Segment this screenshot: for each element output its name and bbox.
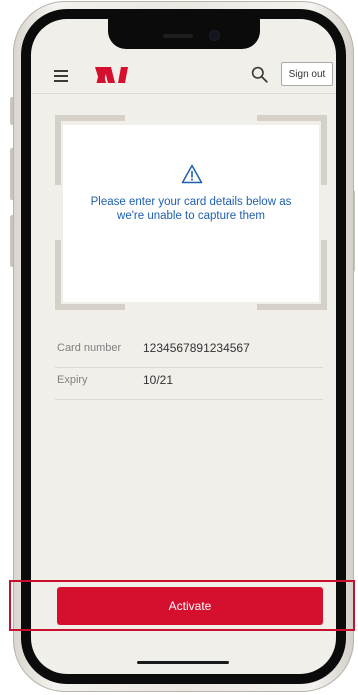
westpac-logo[interactable] xyxy=(95,67,131,83)
card-number-row[interactable]: Card number 1234567891234567 xyxy=(55,337,323,368)
warning-triangle-icon xyxy=(181,164,203,184)
expiry-row[interactable]: Expiry 10/21 xyxy=(55,369,323,400)
search-icon[interactable] xyxy=(251,66,268,83)
app-screen: Sign out Please enter your card details … xyxy=(31,19,336,674)
scan-message-panel: Please enter your card details below as … xyxy=(63,125,319,302)
header-divider xyxy=(31,93,336,94)
expiry-label: Expiry xyxy=(57,374,88,386)
front-camera xyxy=(210,31,219,40)
sign-out-button[interactable]: Sign out xyxy=(281,62,333,86)
hamburger-menu-icon[interactable] xyxy=(54,70,68,82)
device-mockup: Sign out Please enter your card details … xyxy=(0,0,358,695)
expiry-value[interactable]: 10/21 xyxy=(143,373,173,387)
app-header: Sign out xyxy=(31,57,336,93)
speaker-grille xyxy=(163,34,193,38)
card-number-label: Card number xyxy=(57,342,122,354)
card-number-value[interactable]: 1234567891234567 xyxy=(143,341,250,355)
home-indicator[interactable] xyxy=(137,661,229,664)
scan-error-message: Please enter your card details below as … xyxy=(90,196,292,222)
card-scan-frame: Please enter your card details below as … xyxy=(55,115,327,310)
phone-notch xyxy=(108,19,260,49)
activate-highlight-box xyxy=(9,580,355,631)
